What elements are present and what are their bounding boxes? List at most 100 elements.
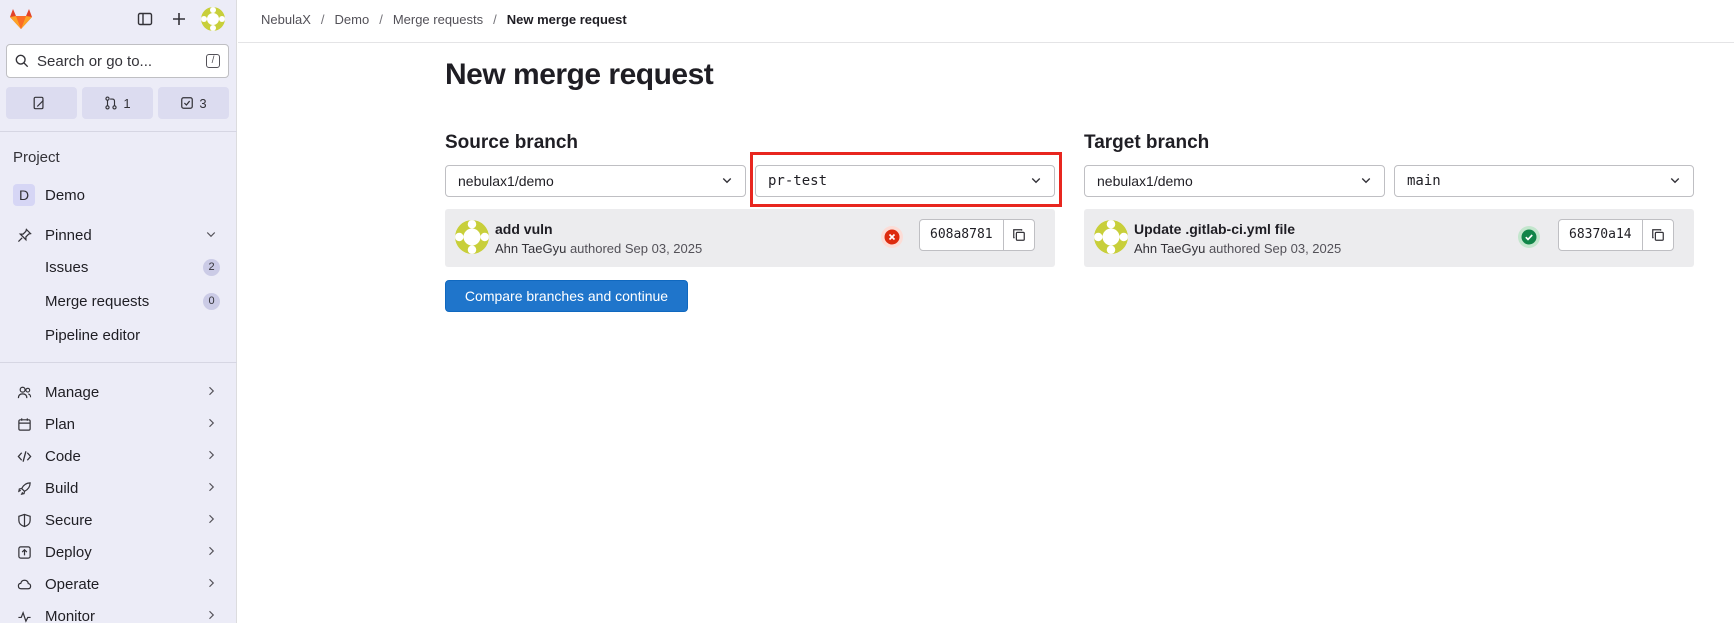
breadcrumb-item-project[interactable]: Demo [335, 12, 370, 27]
chevron-right-icon [205, 576, 217, 593]
commit-title[interactable]: Update .gitlab-ci.yml file [1134, 221, 1295, 237]
rocket-icon [16, 480, 32, 496]
copy-icon [1012, 229, 1025, 241]
commit-authored-date: authored Sep 03, 2025 [1208, 241, 1342, 256]
sidebar-item-build[interactable]: Build [0, 473, 237, 503]
issues-icon [33, 96, 44, 110]
chevron-right-icon [205, 608, 217, 623]
shield-icon [16, 512, 32, 528]
compare-branches-button[interactable]: Compare branches and continue [445, 280, 688, 312]
sidebar-item-deploy[interactable]: Deploy [0, 537, 237, 567]
sidebar-divider [0, 362, 237, 363]
search-placeholder: Search or go to... [37, 52, 153, 70]
source-project-value: nebulax1/demo [458, 173, 554, 189]
cloud-icon [16, 576, 32, 592]
project-avatar: D [13, 184, 35, 206]
target-branch-dropdown[interactable]: main [1394, 165, 1694, 197]
chevron-down-icon [721, 173, 733, 189]
source-branch-heading: Source branch [445, 132, 579, 153]
breadcrumb: NebulaX / Demo / Merge requests / New me… [261, 12, 627, 27]
sidebar-section-label: Project [13, 149, 60, 166]
commit-authored-date: authored Sep 03, 2025 [569, 241, 703, 256]
sidebar-project-demo[interactable]: D Demo [0, 180, 237, 210]
thumbtack-icon [16, 227, 32, 243]
pipeline-status-failed[interactable] [881, 226, 903, 248]
copy-sha-button[interactable] [1643, 220, 1673, 250]
source-branch-dropdown[interactable]: pr-test [755, 165, 1055, 197]
breadcrumb-item-merge-requests[interactable]: Merge requests [393, 12, 483, 27]
pinned-label: Pinned [45, 226, 92, 244]
project-name: Demo [45, 186, 86, 204]
chevron-right-icon [205, 512, 217, 529]
copy-icon [1651, 229, 1664, 241]
page-title: New merge request [445, 58, 714, 91]
sidebar-item-label: Operate [45, 575, 100, 593]
sidebar-item-label: Build [45, 479, 79, 497]
commit-title[interactable]: add vuln [495, 221, 553, 237]
sidebar-pinned-toggle[interactable]: Pinned [0, 220, 237, 250]
sidebar-divider [0, 131, 237, 132]
pipeline-status-passed[interactable] [1518, 226, 1540, 248]
target-project-value: nebulax1/demo [1097, 173, 1193, 189]
plus-icon [173, 13, 185, 25]
status-failed-icon [884, 229, 900, 245]
breadcrumb-item-group[interactable]: NebulaX [261, 12, 311, 27]
status-passed-icon [1521, 229, 1537, 245]
commit-sha[interactable]: 608a8781 [920, 220, 1004, 250]
breadcrumb-item-current[interactable]: New merge request [507, 12, 627, 27]
chevron-right-icon [205, 384, 217, 401]
sidebar-item-code[interactable]: Code [0, 441, 237, 471]
sidebar-item-label: Plan [45, 415, 76, 433]
commit-meta: Ahn TaeGyu authored Sep 03, 2025 [495, 241, 702, 256]
sidebar-item-label: Issues [45, 258, 89, 276]
source-commit-card: add vuln Ahn TaeGyu authored Sep 03, 202… [445, 209, 1055, 267]
sidebar-item-monitor[interactable]: Monitor [0, 601, 237, 623]
issues-count-badge: 2 [203, 258, 220, 276]
todo-checkbox-icon [181, 97, 194, 109]
breadcrumb-separator: / [493, 12, 497, 27]
sidebar: Search or go to... / 1 3 Project D Demo … [0, 0, 237, 623]
sidebar-item-operate[interactable]: Operate [0, 569, 237, 599]
merge-request-icon [105, 96, 118, 110]
chevron-down-icon [205, 227, 217, 244]
search-input[interactable]: Search or go to... / [6, 44, 229, 78]
user-counts: 1 3 [6, 87, 229, 119]
gitlab-logo-icon[interactable] [8, 6, 34, 32]
sidebar-item-manage[interactable]: Manage [0, 377, 237, 407]
breadcrumb-separator: / [379, 12, 383, 27]
target-project-dropdown[interactable]: nebulax1/demo [1084, 165, 1385, 197]
commit-sha-group: 68370a14 [1558, 219, 1674, 251]
target-branch-heading: Target branch [1084, 132, 1210, 153]
commit-author[interactable]: Ahn TaeGyu [1134, 241, 1205, 256]
deploy-icon [16, 544, 32, 560]
commit-author[interactable]: Ahn TaeGyu [495, 241, 566, 256]
target-branch-value: main [1407, 173, 1441, 189]
todos-button[interactable]: 3 [158, 87, 229, 119]
sidebar-item-label: Secure [45, 511, 93, 529]
user-avatar[interactable] [201, 7, 225, 31]
top-bar: NebulaX / Demo / Merge requests / New me… [238, 0, 1734, 43]
source-branch-value: pr-test [768, 173, 828, 189]
code-icon [16, 448, 32, 464]
create-new-button[interactable] [167, 8, 191, 30]
assigned-issues-button[interactable] [6, 87, 77, 119]
users-icon [16, 384, 32, 400]
author-avatar[interactable] [455, 220, 489, 254]
sidebar-item-label: Code [45, 447, 81, 465]
merge-requests-count-button[interactable]: 1 [82, 87, 153, 119]
monitor-icon [16, 608, 32, 623]
target-commit-card: Update .gitlab-ci.yml file Ahn TaeGyu au… [1084, 209, 1694, 267]
sidebar-item-plan[interactable]: Plan [0, 409, 237, 439]
chevron-down-icon [1030, 173, 1042, 189]
sidebar-item-issues[interactable]: Issues 2 [0, 252, 237, 282]
calendar-icon [16, 416, 32, 432]
copy-sha-button[interactable] [1004, 220, 1034, 250]
toggle-sidebar-button[interactable] [133, 8, 157, 30]
source-project-dropdown[interactable]: nebulax1/demo [445, 165, 746, 197]
breadcrumb-separator: / [320, 12, 325, 27]
sidebar-item-secure[interactable]: Secure [0, 505, 237, 535]
sidebar-item-merge-requests[interactable]: Merge requests 0 [0, 286, 237, 316]
author-avatar[interactable] [1094, 220, 1128, 254]
sidebar-item-pipeline-editor[interactable]: Pipeline editor [0, 320, 237, 350]
commit-sha[interactable]: 68370a14 [1559, 220, 1643, 250]
